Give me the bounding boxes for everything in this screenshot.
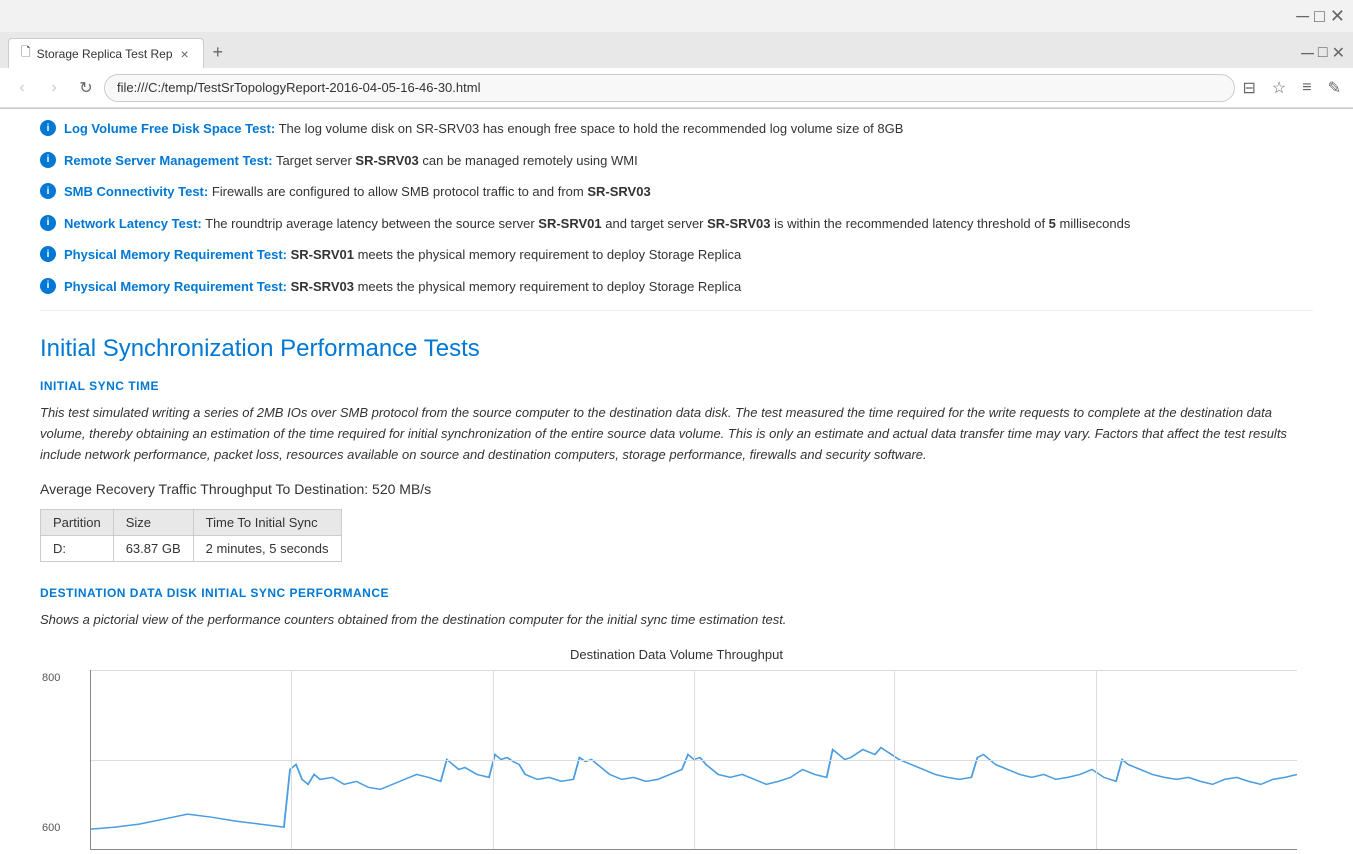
- info-text-1: Log Volume Free Disk Space Test: The log…: [64, 119, 1313, 139]
- throughput-label: Average Recovery Traffic Throughput To D…: [40, 481, 1313, 497]
- minimize-icon[interactable]: ─: [1301, 43, 1314, 64]
- info-icon-4: i: [40, 215, 56, 231]
- navigation-toolbar: ‹ › ↻ file:///C:/temp/TestSrTopologyRepo…: [0, 68, 1353, 108]
- reader-view-icon[interactable]: ⊟: [1239, 74, 1260, 102]
- memory-text-2: SR-SRV03 meets the physical memory requi…: [291, 279, 742, 294]
- new-tab-button[interactable]: +: [204, 38, 232, 66]
- forward-button[interactable]: ›: [40, 74, 68, 102]
- info-text-4: Network Latency Test: The roundtrip aver…: [64, 214, 1313, 234]
- vgrid-3: [694, 670, 695, 849]
- info-text-6: Physical Memory Requirement Test: SR-SRV…: [64, 277, 1313, 297]
- chart-title: Destination Data Volume Throughput: [40, 647, 1313, 662]
- info-row-latency: i Network Latency Test: The roundtrip av…: [40, 208, 1313, 240]
- refresh-button[interactable]: ↻: [72, 74, 100, 102]
- info-row-memory-1: i Physical Memory Requirement Test: SR-S…: [40, 239, 1313, 271]
- table-row: D: 63.87 GB 2 minutes, 5 seconds: [41, 536, 342, 562]
- memory-link-1[interactable]: Physical Memory Requirement Test:: [64, 247, 287, 262]
- chart-description: Shows a pictorial view of the performanc…: [40, 610, 1313, 631]
- dest-disk-subtitle: DESTINATION DATA DISK INITIAL SYNC PERFO…: [40, 586, 1313, 600]
- info-icon-6: i: [40, 278, 56, 294]
- tab-title: Storage Replica Test Rep: [37, 47, 173, 61]
- address-bar[interactable]: file:///C:/temp/TestSrTopologyReport-201…: [104, 74, 1235, 102]
- info-text-3: SMB Connectivity Test: Firewalls are con…: [64, 182, 1313, 202]
- memory-text-1: SR-SRV01 meets the physical memory requi…: [291, 247, 742, 262]
- chart-section: Destination Data Volume Throughput 800 6…: [40, 647, 1313, 850]
- info-icon-5: i: [40, 246, 56, 262]
- active-tab[interactable]: 🗋 Storage Replica Test Rep ×: [8, 38, 204, 68]
- address-text: file:///C:/temp/TestSrTopologyReport-201…: [117, 80, 480, 95]
- tools-icon[interactable]: ✎: [1324, 74, 1345, 102]
- tab-favicon: 🗋: [21, 43, 31, 64]
- cell-partition: D:: [41, 536, 114, 562]
- col-size: Size: [113, 510, 193, 536]
- cell-size: 63.87 GB: [113, 536, 193, 562]
- info-icon-1: i: [40, 120, 56, 136]
- smb-text: Firewalls are configured to allow SMB pr…: [212, 184, 651, 199]
- cell-sync-time: 2 minutes, 5 seconds: [193, 536, 341, 562]
- settings-menu-icon[interactable]: ≡: [1298, 75, 1315, 101]
- y-axis-labels: 800 600: [42, 670, 60, 850]
- smb-link[interactable]: SMB Connectivity Test:: [64, 184, 208, 199]
- favorites-icon[interactable]: ☆: [1268, 74, 1290, 102]
- info-row-log-volume: i Log Volume Free Disk Space Test: The l…: [40, 113, 1313, 145]
- toolbar-right: ⊟ ☆ ≡ ✎: [1239, 74, 1346, 102]
- maximize-button[interactable]: ─ □ ✕: [1296, 6, 1345, 27]
- back-icon: ‹: [19, 79, 24, 97]
- col-sync-time: Time To Initial Sync: [193, 510, 341, 536]
- title-bar: ─ □ ✕: [0, 0, 1353, 32]
- y-label-600: 600: [42, 822, 60, 834]
- tab-bar: 🗋 Storage Replica Test Rep × + ─ □ ✕: [0, 32, 1353, 68]
- info-row-remote-server: i Remote Server Management Test: Target …: [40, 145, 1313, 177]
- info-section: i Log Volume Free Disk Space Test: The l…: [40, 109, 1313, 311]
- close-icon[interactable]: ✕: [1332, 43, 1345, 63]
- forward-icon: ›: [51, 79, 56, 97]
- latency-link[interactable]: Network Latency Test:: [64, 216, 202, 231]
- browser-chrome: ─ □ ✕ 🗋 Storage Replica Test Rep × + ─ □…: [0, 0, 1353, 109]
- memory-link-2[interactable]: Physical Memory Requirement Test:: [64, 279, 287, 294]
- info-icon-3: i: [40, 183, 56, 199]
- info-text-2: Remote Server Management Test: Target se…: [64, 151, 1313, 171]
- vgrid-4: [894, 670, 895, 849]
- log-volume-link[interactable]: Log Volume Free Disk Space Test:: [64, 121, 275, 136]
- latency-text: The roundtrip average latency between th…: [205, 216, 1130, 231]
- restore-icon[interactable]: □: [1318, 44, 1328, 62]
- page-content: i Log Volume Free Disk Space Test: The l…: [0, 109, 1353, 854]
- log-volume-text: The log volume disk on SR-SRV03 has enou…: [279, 121, 904, 136]
- refresh-icon: ↻: [79, 78, 92, 98]
- table-header-row: Partition Size Time To Initial Sync: [41, 510, 342, 536]
- initial-sync-description: This test simulated writing a series of …: [40, 403, 1313, 465]
- vgrid-5: [1096, 670, 1097, 849]
- vgrid-1: [291, 670, 292, 849]
- remote-server-link[interactable]: Remote Server Management Test:: [64, 153, 273, 168]
- vgrid-2: [493, 670, 494, 849]
- chart-area: [90, 670, 1297, 850]
- info-row-memory-2: i Physical Memory Requirement Test: SR-S…: [40, 271, 1313, 303]
- info-text-5: Physical Memory Requirement Test: SR-SRV…: [64, 245, 1313, 265]
- remote-server-text: Target server SR-SRV03 can be managed re…: [276, 153, 638, 168]
- section-title: Initial Synchronization Performance Test…: [40, 335, 1313, 363]
- col-partition: Partition: [41, 510, 114, 536]
- info-icon-2: i: [40, 152, 56, 168]
- tab-close-button[interactable]: ×: [179, 44, 191, 64]
- initial-sync-time-subtitle: INITIAL SYNC TIME: [40, 379, 1313, 393]
- y-label-800: 800: [42, 672, 60, 684]
- back-button[interactable]: ‹: [8, 74, 36, 102]
- sync-table: Partition Size Time To Initial Sync D: 6…: [40, 509, 342, 562]
- info-row-smb: i SMB Connectivity Test: Firewalls are c…: [40, 176, 1313, 208]
